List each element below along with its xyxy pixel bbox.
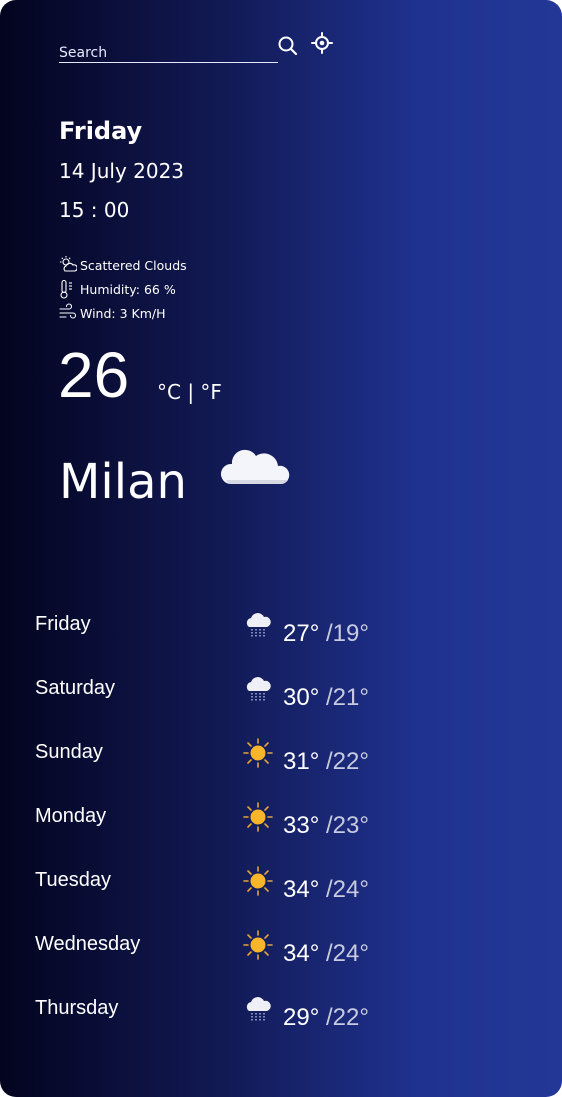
cloud-icon: [220, 449, 290, 484]
forecast-day: Thursday: [35, 997, 119, 1019]
forecast-day: Saturday: [35, 677, 116, 699]
current-date: 14 July 2023: [59, 159, 185, 183]
current-day: Friday: [59, 117, 143, 145]
humidity-text: Humidity: 66 %: [80, 281, 176, 297]
forecast-day: Friday: [35, 613, 91, 635]
forecast-temps: 30° /21°: [283, 684, 369, 712]
forecast-high: 31°: [283, 748, 320, 775]
forecast-low: /21°: [325, 684, 369, 711]
wind-text: Wind: 3 Km/H: [80, 305, 166, 321]
humidity-row: Humidity: 66 %: [59, 278, 176, 300]
condition-text: Scattered Clouds: [80, 257, 187, 273]
forecast-low: /24°: [325, 876, 369, 903]
forecast-day: Sunday: [35, 741, 103, 763]
forecast-temps: 31° /22°: [283, 748, 369, 776]
forecast-row: Thursday 29° /22°: [0, 997, 562, 1037]
forecast-high: 29°: [283, 1004, 320, 1031]
search-input[interactable]: [59, 43, 278, 63]
forecast-row: Monday 33° /23°: [0, 805, 562, 845]
search-icon[interactable]: [277, 35, 299, 57]
forecast-row: Friday 27° /19°: [0, 613, 562, 653]
current-time: 15 : 00: [59, 198, 130, 222]
sun-icon: [242, 865, 274, 897]
sun-icon: [242, 929, 274, 961]
rain-cloud-icon: [242, 993, 274, 1025]
forecast-day: Wednesday: [35, 933, 141, 955]
thermometer-icon: [60, 279, 72, 299]
forecast-temps: 34° /24°: [283, 876, 369, 904]
forecast-temps: 34° /24°: [283, 940, 369, 968]
forecast-high: 34°: [283, 940, 320, 967]
city-name: Milan: [59, 454, 187, 510]
rain-cloud-icon: [242, 609, 274, 641]
forecast-row: Tuesday 34° /24°: [0, 869, 562, 909]
sun-icon: [242, 801, 274, 833]
current-temperature: 26: [58, 339, 130, 411]
sun-icon: [242, 737, 274, 769]
forecast-low: /23°: [325, 812, 369, 839]
forecast-high: 27°: [283, 620, 320, 647]
forecast-day: Monday: [35, 805, 107, 827]
wind-icon: [59, 303, 77, 319]
condition-row: Scattered Clouds: [59, 254, 187, 276]
forecast-high: 34°: [283, 876, 320, 903]
forecast-low: /22°: [325, 1004, 369, 1031]
forecast-temps: 29° /22°: [283, 1004, 369, 1032]
forecast-low: /22°: [325, 748, 369, 775]
partly-cloudy-icon: [60, 256, 77, 272]
location-icon[interactable]: [311, 32, 333, 54]
forecast-row: Sunday 31° /22°: [0, 741, 562, 781]
unit-toggle[interactable]: °C | °F: [157, 380, 222, 404]
forecast-temps: 27° /19°: [283, 620, 369, 648]
forecast-day: Tuesday: [35, 869, 111, 891]
forecast-high: 30°: [283, 684, 320, 711]
forecast-low: /24°: [325, 940, 369, 967]
forecast-low: /19°: [325, 620, 369, 647]
rain-cloud-icon: [242, 673, 274, 705]
wind-row: Wind: 3 Km/H: [59, 302, 166, 324]
forecast-row: Saturday 30° /21°: [0, 677, 562, 717]
forecast-high: 33°: [283, 812, 320, 839]
forecast-temps: 33° /23°: [283, 812, 369, 840]
search-bar: [59, 42, 278, 63]
forecast-row: Wednesday 34° /24°: [0, 933, 562, 973]
weather-panel: Friday 14 July 2023 15 : 00 Scattered Cl…: [0, 0, 562, 1097]
